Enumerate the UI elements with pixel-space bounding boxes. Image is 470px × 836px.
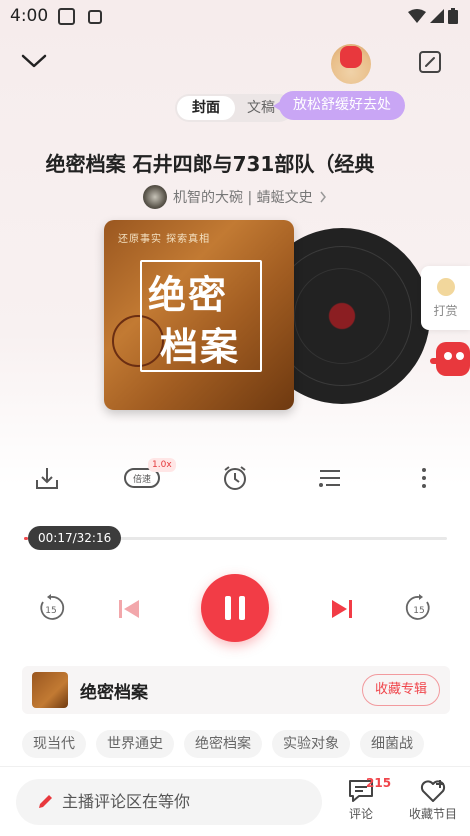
share-icon[interactable] (418, 50, 442, 74)
chevron-right-icon (320, 191, 326, 203)
time-display[interactable]: 00:17/32:16 (28, 526, 122, 550)
comment-placeholder: 主播评论区在等你 (62, 792, 191, 811)
timer-alarm-icon[interactable] (221, 464, 249, 492)
floating-mascot-icon[interactable] (430, 332, 470, 384)
more-icon[interactable] (410, 464, 438, 492)
wifi-icon (408, 9, 426, 23)
coin-icon (437, 278, 455, 296)
tab-cover[interactable]: 封面 (177, 96, 235, 120)
next-track-icon[interactable] (331, 598, 353, 620)
recommend-tooltip[interactable]: 放松舒缓好去处 (273, 91, 405, 120)
status-indicators (408, 8, 458, 24)
heart-plus-icon (420, 780, 446, 802)
pause-icon (225, 596, 245, 620)
pause-button[interactable] (201, 574, 269, 642)
author-avatar (143, 185, 167, 209)
notification-icon (58, 8, 75, 25)
tab-text[interactable]: 文稿 (247, 96, 275, 120)
track-title-container: 绝密档案 石井四郎与731部队（经典 (0, 148, 470, 178)
tag-item[interactable]: 绝密档案 (184, 730, 262, 758)
tag-item[interactable]: 现当代 (22, 730, 86, 758)
collect-label: 收藏节目 (408, 807, 457, 821)
playback-controls: 15 15 (0, 572, 470, 644)
tag-list: 现当代 世界通史 绝密档案 实验对象 细菌战 (22, 730, 424, 760)
skip-back-15-icon[interactable]: 15 (37, 594, 65, 622)
reward-button[interactable]: 打赏 (421, 266, 470, 330)
album-cover: 还原事实 探索真相 绝密 档案 (104, 220, 294, 410)
tag-item[interactable]: 细菌战 (360, 730, 424, 758)
action-toolbar: 倍速 (0, 458, 470, 498)
speed-label: 倍速 (133, 473, 151, 485)
playlist-icon[interactable] (316, 464, 344, 492)
skip-forward-15-icon[interactable]: 15 (405, 594, 433, 622)
comment-count-badge: 215 (366, 776, 392, 790)
cover-top-text: 还原事实 探索真相 (118, 234, 211, 245)
cover-title-line1: 绝密 (148, 272, 229, 317)
collect-episode-button[interactable]: 收藏节目 (406, 777, 460, 833)
bottom-bar: 主播评论区在等你 评论 收藏节目 (0, 766, 470, 836)
skip-forward-seconds: 15 (413, 606, 424, 616)
speed-badge: 1.0x (148, 458, 176, 472)
status-bar: 4:00 (0, 0, 470, 34)
skip-back-seconds: 15 (45, 606, 56, 616)
mascot-avatar[interactable] (331, 44, 371, 84)
top-bar (0, 40, 470, 88)
status-time: 4:00 (10, 6, 49, 26)
track-title: 绝密档案 石井四郎与731部队（经典 (45, 152, 375, 176)
signal-icon (430, 9, 444, 23)
author-row[interactable]: 机智的大碗 | 蜻蜓文史 (143, 184, 327, 210)
album-thumbnail (32, 672, 68, 708)
app-notification-icon (88, 10, 102, 24)
previous-track-icon[interactable] (118, 598, 140, 620)
download-icon[interactable] (33, 464, 61, 492)
comment-label: 评论 (348, 807, 373, 821)
reward-label: 打赏 (433, 304, 458, 318)
collapse-chevron-icon[interactable] (20, 50, 48, 70)
author-name: 机智的大碗 | 蜻蜓文史 (173, 190, 313, 206)
cover-title-line2: 档案 (160, 324, 241, 369)
pen-icon (39, 795, 52, 808)
tag-item[interactable]: 实验对象 (272, 730, 350, 758)
battery-icon (448, 8, 458, 24)
tag-item[interactable]: 世界通史 (96, 730, 174, 758)
album-artwork: 还原事实 探索真相 绝密 档案 (104, 220, 430, 410)
album-name: 绝密档案 (80, 683, 148, 703)
favorite-album-button[interactable]: 收藏专辑 (362, 674, 440, 706)
comment-input[interactable]: 主播评论区在等你 (16, 779, 322, 825)
album-card[interactable]: 绝密档案 收藏专辑 (22, 666, 450, 714)
